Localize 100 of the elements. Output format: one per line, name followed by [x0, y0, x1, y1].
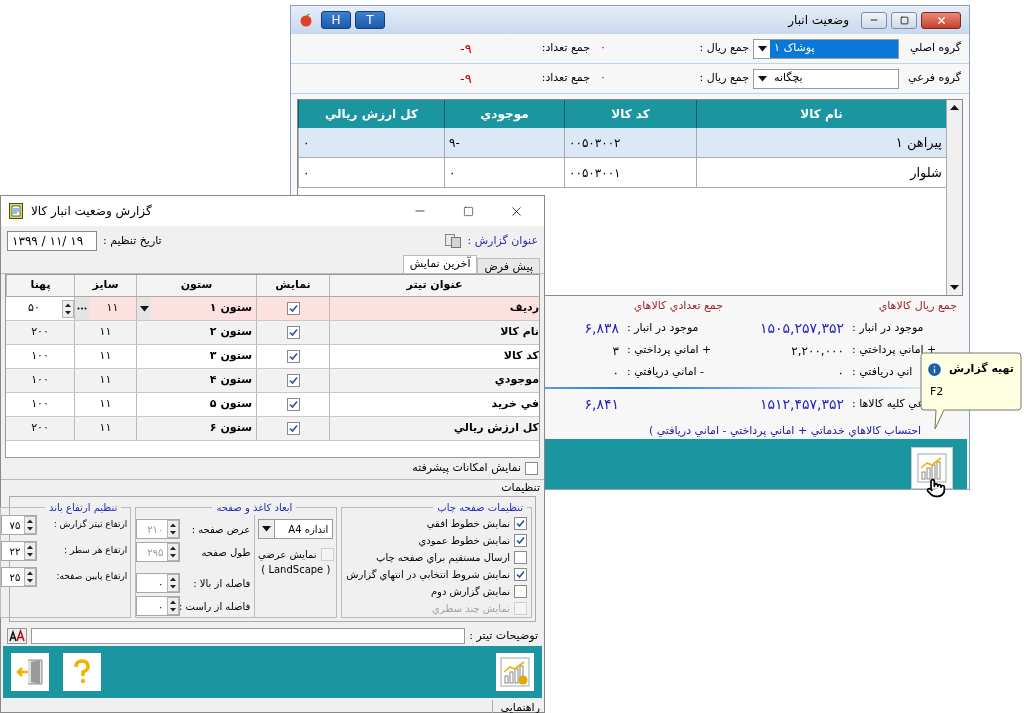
checkbox[interactable] [286, 302, 300, 315]
size-field[interactable]: ۱۱ [74, 297, 136, 320]
grid-row[interactable]: نام كالا ستون ۲ ۱۱ ۲۰۰ [6, 321, 539, 345]
table-cell: ۰۰۵۰۳۰۰۲ [564, 128, 696, 157]
checkbox-label: نمايش گزارش دوم [430, 585, 510, 599]
spin-arrows-icon[interactable] [24, 516, 37, 534]
grid-row[interactable]: كد كالا ستون ۳ ۱۱ ۱۰۰ [6, 345, 539, 369]
checkbox-label: نمايش امكانات پيشرفته [412, 460, 521, 477]
minimize-button[interactable] [861, 11, 887, 29]
table-cell-text: ۱۰۰ [30, 396, 50, 413]
summary-label: - اماني دريافتي : [627, 365, 705, 379]
maximize-button[interactable] [891, 11, 917, 29]
table-row[interactable]: پيراهن ۱ ۰۰۵۰۳۰۰۲ ۹- ۰ [298, 128, 946, 158]
tab[interactable]: آخرين نمايش [402, 255, 478, 273]
column-header: سايز [74, 275, 136, 296]
close-icon [935, 14, 947, 26]
paper-size-select[interactable]: اندازه A4 [258, 519, 334, 539]
group-title: تنظيم ارتفاع باند [49, 502, 118, 513]
spin-arrows-icon[interactable] [24, 542, 37, 560]
section-heading: جمع ريال كالاهاي [877, 298, 957, 314]
field-label: جمع ريال : [698, 40, 750, 57]
date-field[interactable]: ۱۳۹۹ / ۱۱/ ۱۹ [7, 231, 97, 251]
table-cell: ۹- [444, 128, 564, 157]
count-total: -۹ [460, 70, 472, 86]
checkbox-label: نمايش خطوط عمودي [418, 534, 510, 548]
summary-value: ۰ [837, 364, 845, 382]
grid-row[interactable]: كل ارزش ريالي ستون ۶ ۱۱ ۲۰۰ [6, 417, 539, 441]
group-title: ابعاد كاغذ و صفحه [216, 502, 293, 513]
checkbox[interactable] [525, 462, 538, 475]
window-title: وضعيت انبار [788, 12, 849, 29]
spin-field[interactable]: ۲۵ [1, 567, 38, 587]
field-label: جمع ريال : [698, 70, 750, 87]
table-cell: ستون ۲ [136, 321, 256, 344]
spin-arrows-icon[interactable] [167, 574, 180, 592]
field-label: طول صفحه [200, 545, 251, 560]
spin-arrows-icon[interactable] [167, 597, 180, 615]
tab[interactable]: پيش فرض [477, 258, 540, 273]
spin-arrows-icon[interactable] [62, 299, 74, 318]
summary-label: + اماني پرداختي : [627, 343, 712, 357]
field-label: عرض صفحه : [190, 522, 251, 537]
table-cell: ستون ۵ [136, 393, 256, 416]
table-cell-text: ۱۰۰ [30, 372, 50, 389]
table-cell: ستون ۶ [136, 417, 256, 440]
report-button[interactable] [911, 446, 953, 489]
grid-row[interactable]: موجودي ستون ۴ ۱۱ ۱۰۰ [6, 369, 539, 393]
spin-arrows-icon[interactable] [24, 568, 37, 586]
scrollbar[interactable] [946, 100, 962, 295]
date-label: تاريخ تنظيم : [103, 232, 162, 249]
checkbox[interactable] [320, 548, 334, 561]
caret-icon [139, 305, 149, 312]
tooltip-title: تهيه گزارش [949, 361, 1014, 378]
table-cell: ۱۱ [74, 321, 136, 344]
checkbox[interactable] [286, 374, 300, 387]
column-header: نمايش [256, 275, 329, 296]
group-select[interactable]: بچگانه [753, 68, 899, 89]
group-title: تنظيمات صفحه چاپ [437, 502, 523, 513]
table-cell: ستون ۴ [136, 369, 256, 392]
caret-icon [757, 45, 767, 52]
checkbox[interactable] [514, 517, 527, 530]
table-row[interactable]: شلوار ۰۰۵۰۳۰۰۱ ۰ ۰ [298, 158, 946, 188]
checkbox[interactable] [514, 568, 527, 581]
caret-icon [262, 526, 272, 532]
checkbox[interactable] [514, 551, 527, 564]
summary-value: ۶,۸۴۱ [584, 394, 620, 414]
grid-row[interactable]: رديف ستون ۱ ۱۱ ۵۰ [6, 297, 539, 321]
close-button[interactable] [921, 11, 961, 29]
caret-icon [757, 75, 767, 82]
toolbar-button[interactable]: T [355, 11, 385, 29]
toolbar-button[interactable]: H [321, 11, 351, 29]
column-select[interactable]: ستون ۱ [136, 297, 256, 320]
spin-field[interactable]: ۲۲ [1, 541, 38, 561]
exit-button[interactable] [11, 653, 49, 691]
column-header: پهنا [6, 275, 74, 296]
field-label: ارتفاع هر سطر : [63, 544, 128, 558]
group-select[interactable]: پوشاک ۱ [753, 38, 899, 59]
spin-field[interactable]: ۰ [136, 573, 181, 593]
checkbox-label: ارسال مستقيم براي صفحه چاپ [376, 551, 510, 565]
table-cell: موجودي [329, 369, 539, 392]
checkbox[interactable] [514, 534, 527, 547]
table-cell: كل ارزش ريالي [329, 417, 539, 440]
checkbox[interactable] [286, 326, 300, 339]
table-cell: ۰ [298, 128, 444, 157]
table-cell: شلوار [696, 158, 946, 187]
summary-value: ۰ [612, 364, 620, 382]
summary-value: ۱۵۰۵,۲۵۷,۳۵۲ [759, 319, 845, 338]
rial-total: ۰ [600, 41, 606, 55]
checkbox[interactable] [286, 422, 300, 435]
checkbox-label: نمايش شروط انتخابي در انتهاي گزارش [346, 568, 510, 582]
checkbox[interactable] [514, 585, 527, 598]
info-icon [926, 361, 944, 378]
checkbox[interactable] [286, 350, 300, 363]
grid-row[interactable]: في خريد ستون ۵ ۱۱ ۱۰۰ [6, 393, 539, 417]
exit-door-icon [15, 657, 45, 687]
notes-field[interactable] [31, 628, 466, 644]
table-cell-text: ۲۰۰ [30, 324, 50, 341]
spin-field[interactable]: ۷۵ [1, 515, 38, 535]
document-icon [445, 234, 462, 248]
font-icon[interactable] [7, 628, 27, 644]
checkbox[interactable] [286, 398, 300, 411]
table-cell: ستون ۳ [136, 345, 256, 368]
